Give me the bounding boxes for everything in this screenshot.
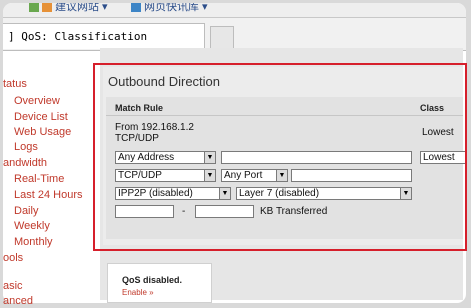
qos-status-text: QoS disabled. [122, 275, 183, 285]
bookmark-bar: 建议网站 ▾ 网页快讯库 ▾ [3, 3, 466, 18]
sidebar-section-advanced[interactable]: anced [3, 295, 33, 307]
enable-qos-link[interactable]: Enable » [122, 288, 154, 297]
sidebar-item-weekly[interactable]: Weekly [14, 220, 50, 232]
sidebar-section-bandwidth[interactable]: andwidth [3, 157, 47, 169]
sidebar-item-real-time[interactable]: Real-Time [14, 173, 64, 185]
bookmark-icon [131, 3, 141, 13]
sidebar-item-logs[interactable]: Logs [14, 141, 38, 153]
sidebar-section-basic[interactable]: asic [3, 280, 23, 292]
bookmark-icon [29, 3, 39, 13]
highlight-annotation [93, 63, 467, 251]
tab-bar: ] QoS: Classification [3, 18, 466, 51]
sidebar-section-status[interactable]: tatus [3, 78, 27, 90]
sidebar-item-device-list[interactable]: Device List [14, 111, 68, 123]
sidebar-item-overview[interactable]: Overview [14, 95, 60, 107]
bookmark-label: 网页快讯库 ▾ [144, 3, 208, 13]
bookmark-suggested-sites[interactable]: 建议网站 ▾ [29, 3, 108, 14]
sidebar-item-monthly[interactable]: Monthly [14, 236, 53, 248]
bookmark-web-slices[interactable]: 网页快讯库 ▾ [131, 3, 208, 14]
bookmark-icon [42, 3, 52, 13]
sidebar-item-last-24-hours[interactable]: Last 24 Hours [14, 189, 82, 201]
sidebar-section-tools[interactable]: ools [3, 252, 23, 264]
bookmark-label: 建议网站 ▾ [55, 3, 108, 13]
sidebar-item-daily[interactable]: Daily [14, 205, 38, 217]
tab-qos-classification[interactable]: ] QoS: Classification [3, 23, 205, 49]
sidebar-item-web-usage[interactable]: Web Usage [14, 126, 71, 138]
new-tab-button[interactable] [210, 26, 234, 50]
